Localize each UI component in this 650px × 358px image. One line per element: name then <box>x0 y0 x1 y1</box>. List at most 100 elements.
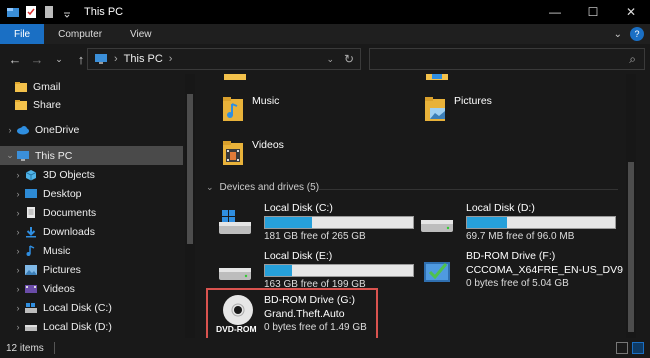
content-scrollbar[interactable] <box>626 74 636 338</box>
drive-usage-bar <box>264 264 414 277</box>
folder-music[interactable]: Music <box>222 95 279 122</box>
folder-pictures[interactable]: Pictures <box>424 95 492 122</box>
desktop-icon <box>25 188 37 198</box>
sidebar-scrollbar[interactable] <box>185 74 195 338</box>
drive-local-disk-e[interactable]: Local Disk (E:) 163 GB free of 199 GB <box>218 250 418 290</box>
sidebar-item-onedrive[interactable]: › OneDrive <box>0 120 183 139</box>
disc-install-icon <box>424 262 450 282</box>
drive-usage-fill <box>265 265 292 276</box>
drive-icon <box>25 324 37 331</box>
sidebar-item-label: Local Disk (D:) <box>43 320 112 333</box>
chevron-right-icon[interactable]: › <box>12 189 24 199</box>
forward-button[interactable]: → <box>26 52 48 67</box>
scrollbar-thumb[interactable] <box>628 162 634 332</box>
sidebar-item-label: Downloads <box>43 225 95 238</box>
sidebar-item-pictures[interactable]: › Pictures <box>0 260 183 279</box>
folder-label: Pictures <box>454 95 492 107</box>
address-chevron-icon[interactable]: › <box>169 53 173 65</box>
monitor-icon <box>95 54 107 64</box>
drive-name: Local Disk (E:) <box>264 250 333 262</box>
drive-usage-fill <box>265 217 313 228</box>
sidebar-item-share[interactable]: Share <box>0 95 183 114</box>
properties-icon[interactable] <box>24 5 38 19</box>
sidebar-item-videos[interactable]: › Videos <box>0 279 183 298</box>
close-button[interactable]: ✕ <box>612 0 650 24</box>
sidebar-item-local-disk-c[interactable]: › Local Disk (C:) <box>0 298 183 317</box>
address-path[interactable]: This PC <box>124 53 163 65</box>
drive-icon <box>219 268 251 280</box>
scrollbar-thumb[interactable] <box>187 94 193 244</box>
cloud-icon <box>17 125 29 134</box>
sidebar-item-label: Documents <box>43 206 97 219</box>
drive-local-disk-d[interactable]: Local Disk (D:) 69.7 MB free of 96.0 MB <box>420 202 620 242</box>
drive-usage-fill <box>467 217 507 228</box>
tab-view[interactable]: View <box>116 24 166 44</box>
folder-videos[interactable]: Videos <box>222 139 284 166</box>
chevron-down-icon[interactable]: ⌄ <box>206 182 214 193</box>
sidebar-item-label: This PC <box>35 149 73 162</box>
recent-locations-button[interactable]: ⌄ <box>48 54 70 65</box>
sidebar-item-this-pc[interactable]: ⌄ This PC <box>0 146 183 165</box>
chevron-right-icon[interactable]: › <box>4 125 16 135</box>
search-input[interactable]: ⌕ <box>369 48 645 70</box>
drive-volume-label: CCCOMA_X64FRE_EN-US_DV9 <box>466 264 623 276</box>
sidebar-item-label: Pictures <box>43 263 81 276</box>
sidebar-item-desktop[interactable]: › Desktop <box>0 184 183 203</box>
download-icon <box>26 226 36 237</box>
drive-bd-rom-f[interactable]: BD-ROM Drive (F:) CCCOMA_X64FRE_EN-US_DV… <box>420 250 623 290</box>
sidebar-item-documents[interactable]: › Documents <box>0 203 183 222</box>
chevron-down-icon[interactable]: ⌄ <box>4 150 16 161</box>
explorer-icon[interactable] <box>6 5 20 19</box>
chevron-right-icon[interactable]: › <box>12 303 24 313</box>
devices-section-header[interactable]: ⌄ Devices and drives (5) <box>206 182 319 193</box>
address-bar[interactable]: › This PC › ⌄ ↻ <box>87 48 361 70</box>
maximize-button[interactable]: ☐ <box>574 0 612 24</box>
drive-free-space: 181 GB free of 265 GB <box>264 231 366 242</box>
back-button[interactable]: ← <box>4 52 26 67</box>
folder-icon <box>15 81 27 92</box>
address-chevron-icon[interactable]: › <box>114 53 118 65</box>
help-icon[interactable]: ? <box>630 27 644 41</box>
section-divider <box>318 189 618 190</box>
chevron-right-icon[interactable]: › <box>12 170 24 180</box>
chevron-right-icon[interactable]: › <box>12 246 24 256</box>
address-dropdown-icon[interactable]: ⌄ <box>326 54 334 65</box>
music-icon <box>26 244 35 256</box>
sidebar-item-label: OneDrive <box>35 123 80 136</box>
sidebar-item-3d-objects[interactable]: › 3D Objects <box>0 165 183 184</box>
sidebar-item-label: Share <box>33 98 62 111</box>
tab-file[interactable]: File <box>0 24 45 44</box>
tab-computer[interactable]: Computer <box>44 24 116 44</box>
sidebar-item-music[interactable]: › Music <box>0 241 183 260</box>
customize-dropdown-icon[interactable] <box>60 5 74 19</box>
sidebar-item-gmail[interactable]: Gmail <box>0 77 183 96</box>
videos-icon <box>25 284 37 293</box>
chevron-right-icon[interactable]: › <box>12 265 24 275</box>
chevron-right-icon[interactable]: › <box>12 208 24 218</box>
details-view-icon[interactable] <box>616 342 628 354</box>
folder-label: Videos <box>252 139 284 151</box>
chevron-right-icon[interactable]: › <box>12 322 24 332</box>
chevron-right-icon[interactable]: › <box>12 284 24 294</box>
quick-access-toolbar <box>0 5 74 19</box>
monitor-icon <box>17 150 29 161</box>
sidebar-item-label: Desktop <box>43 187 82 200</box>
folder-icon <box>426 74 448 80</box>
sidebar-item-label: Local Disk (C:) <box>43 301 112 314</box>
chevron-right-icon[interactable]: › <box>12 227 24 237</box>
drive-name: Local Disk (D:) <box>466 202 535 214</box>
sidebar-item-downloads[interactable]: › Downloads <box>0 222 183 241</box>
status-separator <box>53 342 55 354</box>
minimize-button[interactable]: — <box>536 0 574 24</box>
new-folder-icon[interactable] <box>42 5 56 19</box>
drive-free-space: 69.7 MB free of 96.0 MB <box>466 231 575 242</box>
sidebar-item-local-disk-d[interactable]: › Local Disk (D:) <box>0 317 183 336</box>
drive-usage-bar <box>466 216 616 229</box>
tiles-view-icon[interactable] <box>632 342 644 354</box>
drive-usage-bar <box>264 216 414 229</box>
drive-local-disk-c[interactable]: Local Disk (C:) 181 GB free of 265 GB <box>218 202 418 242</box>
ribbon-expand-icon[interactable]: ⌄ <box>614 29 622 40</box>
navigation-pane: Gmail Share › OneDrive ⌄ This PC › 3D Ob… <box>0 74 185 338</box>
refresh-icon[interactable]: ↻ <box>344 52 354 66</box>
documents-icon <box>27 206 35 218</box>
